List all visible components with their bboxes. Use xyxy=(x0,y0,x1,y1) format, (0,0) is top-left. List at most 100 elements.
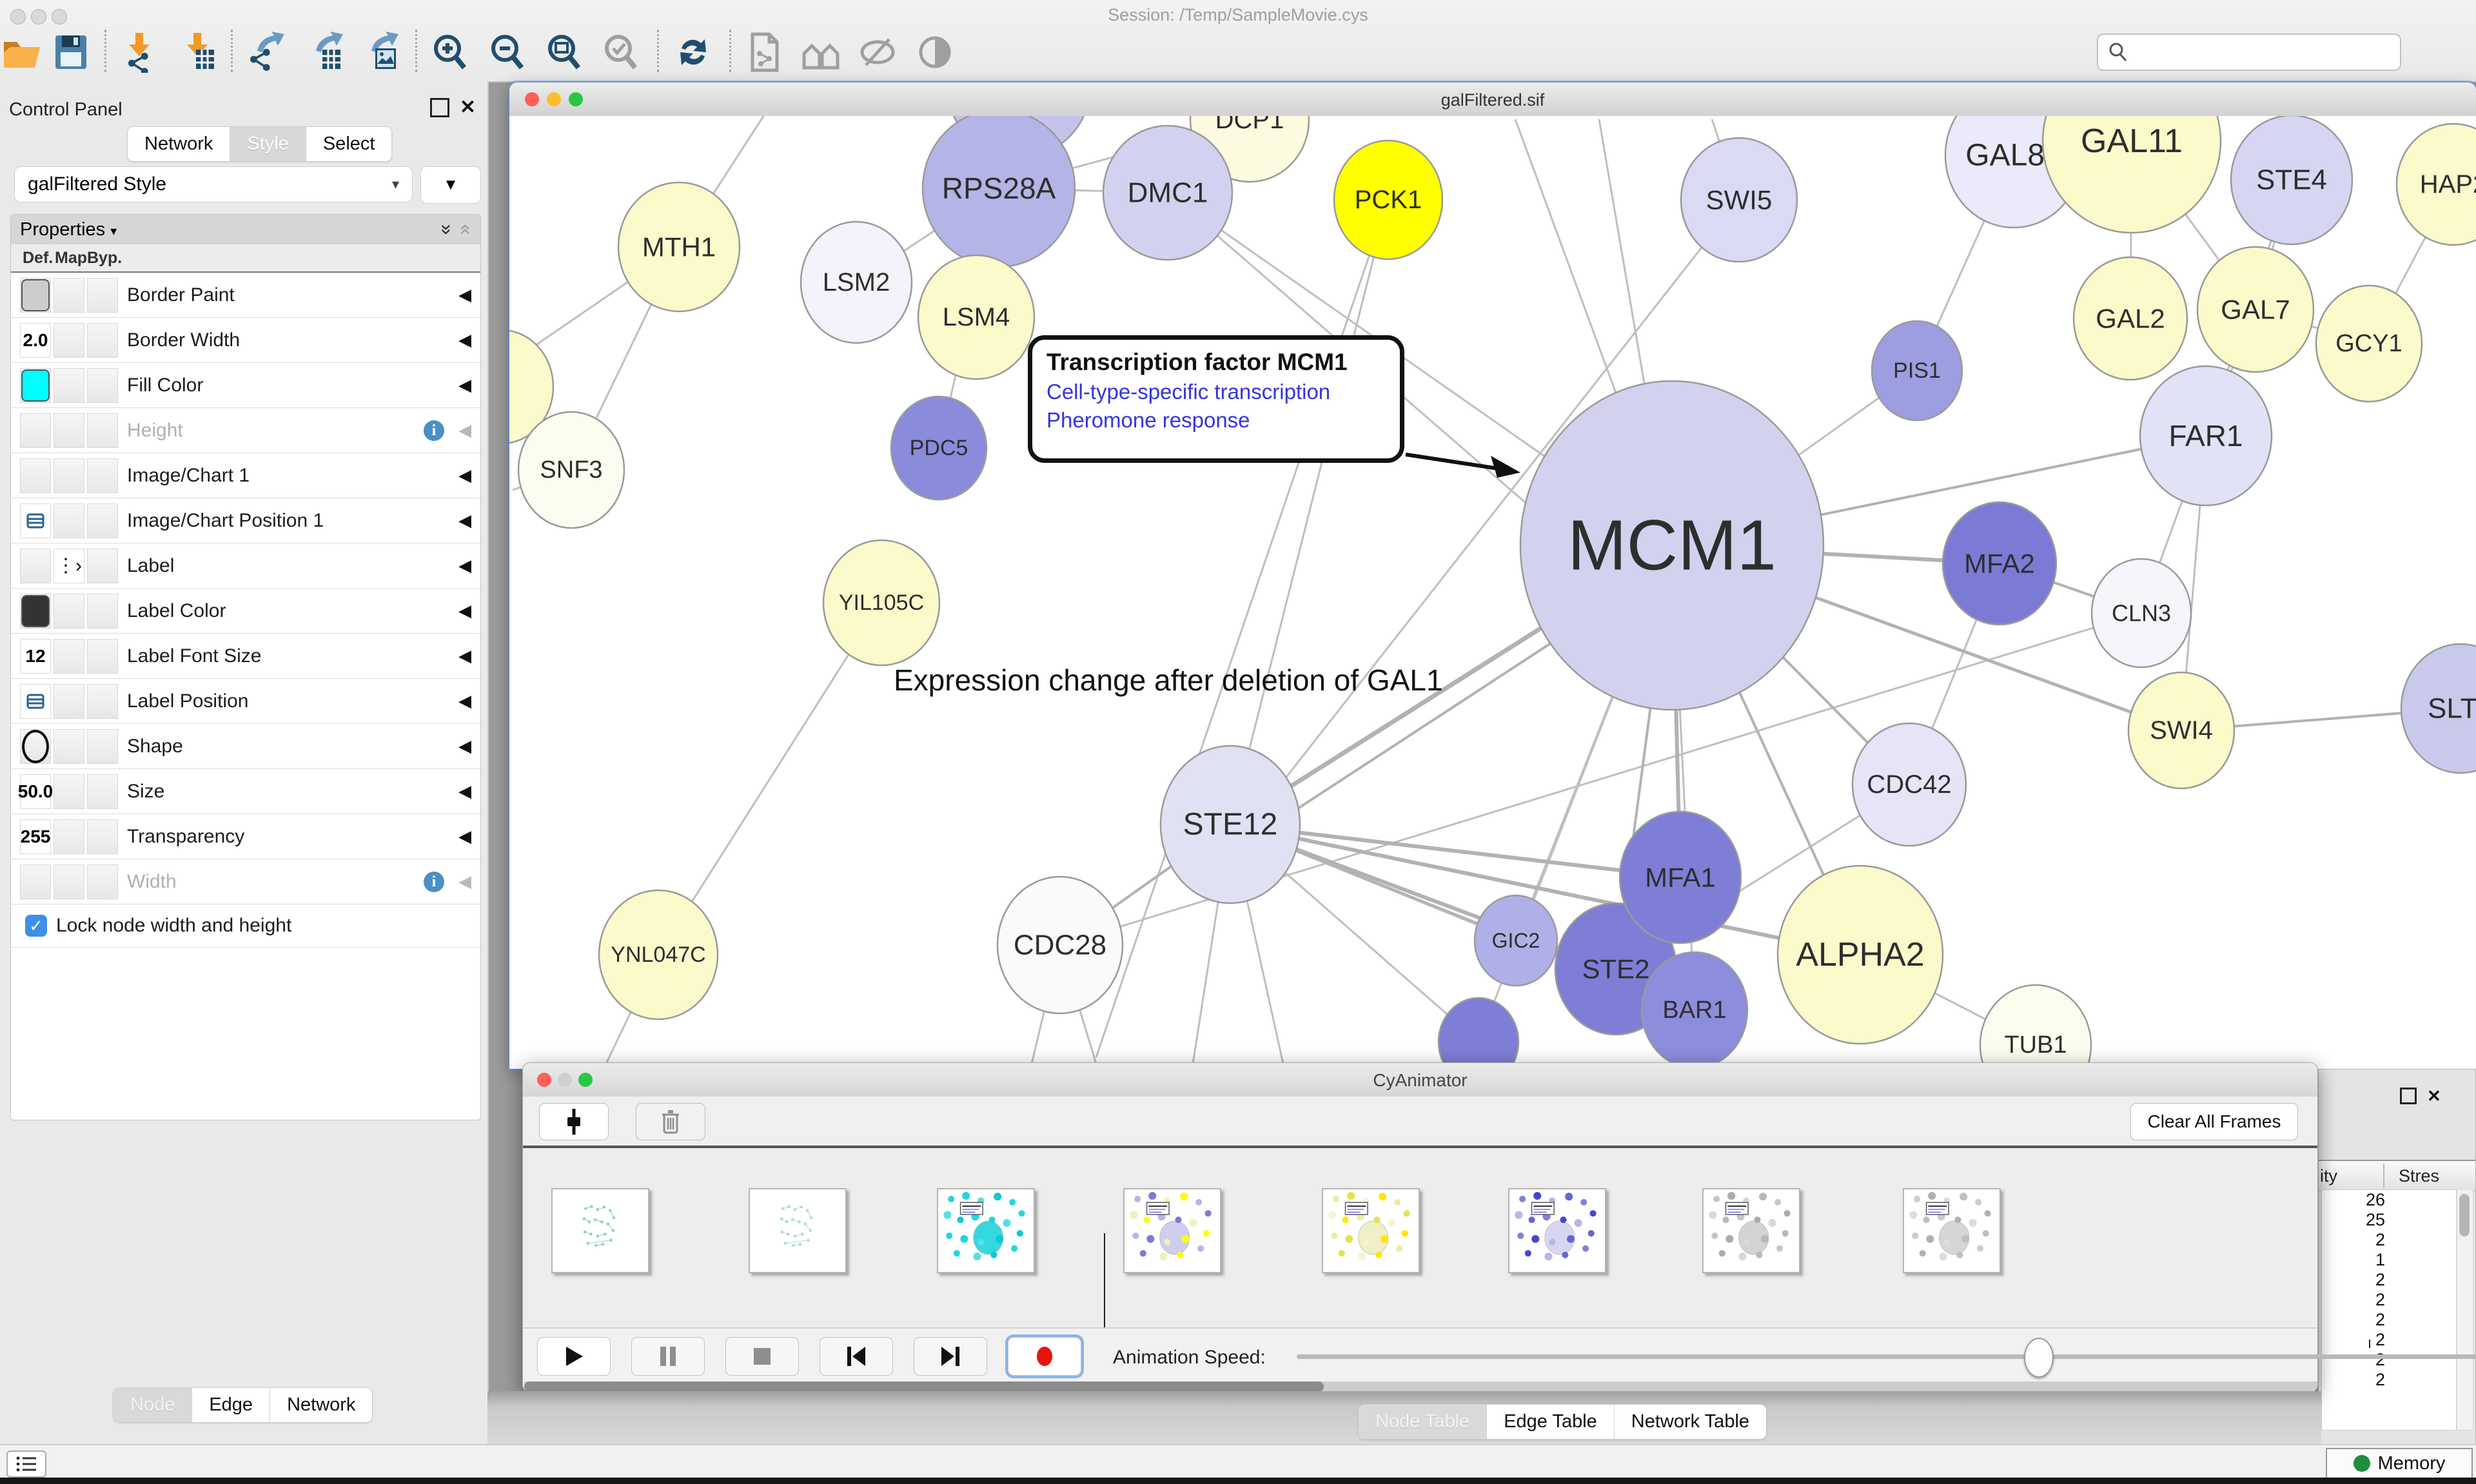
byp-cell[interactable] xyxy=(87,368,118,403)
property-row-shape[interactable]: Shape◀ xyxy=(11,724,480,769)
tab-edge-table[interactable]: Edge Table xyxy=(1487,1405,1615,1439)
style-select[interactable]: galFiltered Style ▾ xyxy=(14,166,413,202)
column-header[interactable]: ity xyxy=(2320,1166,2337,1186)
tab-network[interactable]: Network xyxy=(128,127,230,161)
expand-property-icon[interactable]: ◀ xyxy=(458,465,471,485)
table-row[interactable]: 2 xyxy=(2322,1230,2456,1250)
table-row[interactable]: 2 xyxy=(2322,1290,2456,1310)
expand-property-icon[interactable]: ◀ xyxy=(458,691,471,711)
record-button[interactable] xyxy=(1008,1337,1081,1376)
expand-property-icon[interactable]: ◀ xyxy=(458,601,471,621)
map-cell[interactable]: ⋮› xyxy=(54,549,84,583)
frame-thumbnail-4[interactable] xyxy=(1123,1188,1221,1273)
save-icon[interactable] xyxy=(46,27,96,77)
expand-property-icon[interactable]: ◀ xyxy=(458,556,471,576)
status-menu-button[interactable] xyxy=(6,1450,46,1478)
map-cell[interactable] xyxy=(54,368,84,403)
frame-thumbnail-5[interactable] xyxy=(1322,1188,1420,1273)
property-row-width[interactable]: Widthi◀ xyxy=(11,859,480,904)
style-options-button[interactable]: ▼ xyxy=(420,166,481,204)
property-row-label[interactable]: ⋮›Label◀ xyxy=(11,543,480,589)
zoom-fit-icon[interactable] xyxy=(540,27,591,77)
expand-all-icon[interactable]: » xyxy=(435,224,457,235)
frame-thumbnail-2[interactable] xyxy=(749,1188,847,1273)
property-row-image-chart-position-1[interactable]: Image/Chart Position 1◀ xyxy=(11,498,480,543)
document-network-icon[interactable] xyxy=(739,27,789,77)
def-cell[interactable]: 50.0 xyxy=(20,774,51,809)
tab-network-table[interactable]: Network Table xyxy=(1615,1405,1766,1439)
float-panel-icon[interactable] xyxy=(430,98,449,117)
byp-cell[interactable] xyxy=(87,819,118,854)
def-cell[interactable] xyxy=(20,864,51,899)
byp-cell[interactable] xyxy=(87,323,118,358)
map-cell[interactable] xyxy=(54,729,84,764)
byp-cell[interactable] xyxy=(87,278,118,313)
close-panel-icon[interactable]: ✕ xyxy=(460,100,476,115)
property-row-label-font-size[interactable]: 12Label Font Size◀ xyxy=(11,634,480,679)
tab-select[interactable]: Select xyxy=(306,127,392,161)
tab-node-table[interactable]: Node Table xyxy=(1359,1405,1487,1439)
search-input[interactable] xyxy=(2129,42,2390,63)
def-cell[interactable] xyxy=(20,684,51,719)
byp-cell[interactable] xyxy=(87,549,118,583)
expand-property-icon[interactable]: ◀ xyxy=(458,420,471,440)
table-row[interactable]: 2 xyxy=(2322,1370,2456,1390)
horizontal-scrollbar[interactable] xyxy=(524,1381,2317,1392)
frame-thumbnail-1[interactable] xyxy=(551,1188,649,1273)
byp-cell[interactable] xyxy=(87,774,118,809)
network-node[interactable] xyxy=(1439,998,1518,1069)
def-cell[interactable] xyxy=(20,549,51,583)
byp-cell[interactable] xyxy=(87,458,118,493)
map-cell[interactable] xyxy=(54,458,84,493)
def-cell[interactable] xyxy=(20,503,51,538)
def-cell[interactable]: 12 xyxy=(20,639,51,674)
tab-style[interactable]: Style xyxy=(230,127,306,161)
vertical-scrollbar[interactable] xyxy=(2457,1189,2473,1430)
property-row-border-paint[interactable]: Border Paint◀ xyxy=(11,273,480,318)
zoom-in-icon[interactable] xyxy=(426,27,477,77)
speed-slider-thumb[interactable] xyxy=(2024,1338,2054,1378)
lock-node-size-row[interactable]: ✓ Lock node width and height xyxy=(11,904,480,948)
property-row-label-color[interactable]: Label Color◀ xyxy=(11,589,480,634)
contrast-icon[interactable] xyxy=(910,27,960,77)
info-icon[interactable]: i xyxy=(424,420,444,441)
property-row-fill-color[interactable]: Fill Color◀ xyxy=(11,363,480,408)
pause-button[interactable] xyxy=(631,1337,705,1376)
map-cell[interactable] xyxy=(54,278,84,313)
frame-thumbnail-8[interactable] xyxy=(1903,1188,2001,1273)
annotation-link[interactable]: Cell-type-specific transcription xyxy=(1046,380,1386,404)
column-divider[interactable] xyxy=(2383,1164,2384,1188)
def-cell[interactable] xyxy=(20,458,51,493)
byp-cell[interactable] xyxy=(87,413,118,448)
frame-thumbnail-3[interactable] xyxy=(937,1188,1035,1273)
bottom-tab-edge[interactable]: Edge xyxy=(192,1388,270,1422)
collapse-all-icon[interactable]: « xyxy=(455,224,477,235)
hide-icon[interactable] xyxy=(852,27,903,77)
open-folder-icon[interactable] xyxy=(0,27,47,77)
byp-cell[interactable] xyxy=(87,684,118,719)
search-box[interactable] xyxy=(2097,34,2401,71)
byp-cell[interactable] xyxy=(87,594,118,629)
property-row-transparency[interactable]: 255Transparency◀ xyxy=(11,814,480,859)
results-table[interactable]: 262521222222 xyxy=(2321,1189,2457,1430)
def-cell[interactable]: 255 xyxy=(20,819,51,854)
table-row[interactable]: 2 xyxy=(2322,1310,2456,1330)
table-row[interactable]: 2 xyxy=(2322,1350,2456,1370)
network-edge[interactable] xyxy=(1096,200,1388,1057)
table-row[interactable]: 2 xyxy=(2322,1330,2456,1350)
def-cell[interactable] xyxy=(20,368,51,403)
property-row-border-width[interactable]: 2.0Border Width◀ xyxy=(11,318,480,363)
playhead[interactable] xyxy=(1104,1233,1105,1338)
frame-thumbnail-7[interactable] xyxy=(1702,1188,1800,1273)
property-row-image-chart-1[interactable]: Image/Chart 1◀ xyxy=(11,453,480,498)
export-image-icon[interactable] xyxy=(354,27,404,77)
skip-back-button[interactable] xyxy=(820,1337,893,1376)
speed-slider[interactable] xyxy=(1297,1354,2476,1359)
map-cell[interactable] xyxy=(54,684,84,719)
annotation-box[interactable]: Transcription factor MCM1 Cell-type-spec… xyxy=(1028,335,1404,463)
expand-property-icon[interactable]: ◀ xyxy=(458,375,471,395)
column-header[interactable]: Stres xyxy=(2399,1166,2439,1186)
float-panel-icon[interactable] xyxy=(2400,1088,2417,1104)
def-cell[interactable] xyxy=(20,729,51,764)
group-icon[interactable] xyxy=(796,27,846,77)
